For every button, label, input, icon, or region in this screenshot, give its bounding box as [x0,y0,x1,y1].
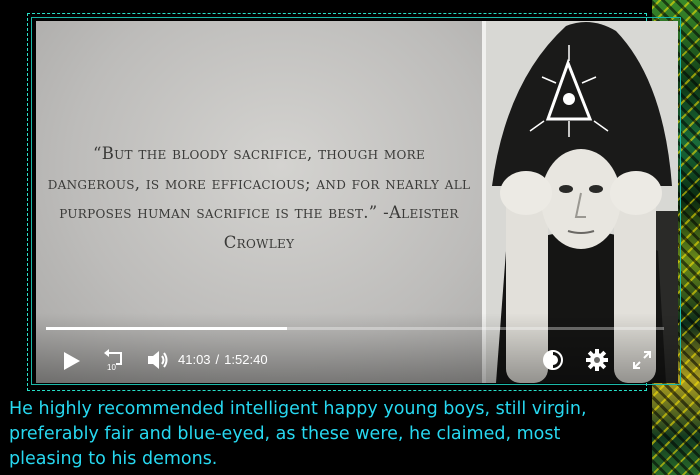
video-player[interactable]: “But the bloody sacrifice, though more d… [36,21,678,383]
progress-bar-played [46,327,288,330]
fullscreen-icon[interactable] [632,350,652,370]
volume-icon[interactable] [146,349,170,371]
gear-icon[interactable] [586,349,608,371]
time-separator: / [215,352,220,367]
current-time: 41:03 [178,352,211,367]
replay-10-icon[interactable]: 10 [102,348,126,372]
quote-text: “But the bloody sacrifice, though more d… [47,144,471,252]
controls-gradient [36,313,678,383]
time-display: 41:03 / 1:52:40 [178,352,268,367]
captions-icon[interactable] [542,350,564,370]
duration: 1:52:40 [224,352,268,367]
play-icon[interactable] [60,350,82,372]
progress-bar[interactable] [46,327,664,330]
replay-10-label: 10 [107,363,116,372]
caption-text: He highly recommended intelligent happy … [9,399,587,469]
